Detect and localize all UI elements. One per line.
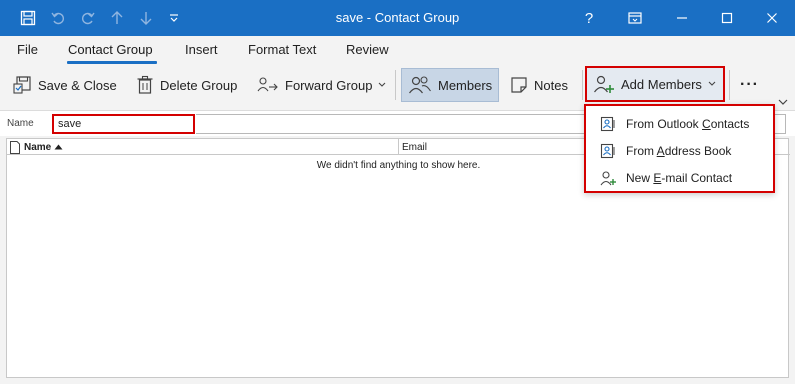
menu-item-new-email-contact[interactable]: New E-mail Contact (586, 165, 773, 191)
tab-review[interactable]: Review (346, 42, 389, 57)
collapse-ribbon-icon[interactable] (778, 94, 788, 109)
chevron-down-icon (379, 82, 386, 87)
save-close-label: Save & Close (38, 77, 117, 93)
tab-contact-group[interactable]: Contact Group (68, 42, 153, 57)
column-separator (398, 139, 399, 154)
notes-icon (511, 77, 527, 93)
forward-group-icon (257, 77, 278, 92)
notes-button[interactable]: Notes (504, 68, 574, 102)
add-members-menu: From Outlook Contacts From Address Book … (584, 104, 775, 193)
members-icon (409, 76, 431, 94)
tab-insert[interactable]: Insert (185, 42, 218, 57)
close-icon[interactable] (750, 0, 794, 36)
notes-label: Notes (534, 77, 568, 93)
save-close-button[interactable]: Save & Close (6, 68, 123, 102)
ribbon-separator (582, 70, 583, 100)
ribbon-separator (395, 70, 396, 100)
help-button[interactable]: ? (567, 0, 611, 36)
group-name-input[interactable] (52, 114, 195, 134)
tab-file[interactable]: File (17, 42, 38, 57)
forward-group-label: Forward Group (285, 77, 373, 93)
maximize-icon[interactable] (705, 0, 749, 36)
more-commands-button[interactable]: ··· (734, 68, 765, 102)
column-header-name[interactable]: Name (9, 139, 63, 155)
ribbon-tabs: File Contact Group Insert Format Text Re… (0, 36, 795, 64)
title-bar: save - Contact Group ? (0, 0, 795, 36)
new-contact-icon (600, 171, 616, 186)
column-header-email-label: Email (402, 141, 428, 153)
address-book-icon (600, 143, 615, 159)
address-book-icon (600, 116, 615, 132)
sort-ascending-icon (54, 144, 63, 150)
ribbon-display-options-icon[interactable] (613, 0, 657, 36)
menu-item-label: From Outlook Contacts (626, 117, 750, 131)
add-members-button[interactable]: Add Members (585, 66, 725, 102)
save-close-icon (13, 76, 31, 94)
add-member-icon (594, 75, 614, 93)
minimize-icon[interactable] (660, 0, 704, 36)
trash-icon (137, 75, 153, 94)
add-members-label: Add Members (621, 76, 702, 92)
ribbon: Save & Close Delete Group Forward Group … (0, 64, 795, 106)
menu-item-from-address-book[interactable]: From Address Book (586, 138, 773, 164)
members-label: Members (438, 77, 493, 93)
column-header-email[interactable]: Email (402, 139, 427, 155)
menu-item-label: New E-mail Contact (626, 171, 733, 185)
forward-group-button[interactable]: Forward Group (251, 68, 392, 102)
document-icon (10, 140, 20, 154)
column-header-name-label: Name (24, 141, 52, 153)
menu-item-from-outlook-contacts[interactable]: From Outlook Contacts (586, 111, 773, 137)
delete-group-label: Delete Group (160, 77, 238, 93)
ribbon-separator (729, 70, 730, 100)
name-label: Name (7, 118, 34, 129)
members-button[interactable]: Members (401, 68, 500, 102)
chevron-down-icon (708, 81, 716, 86)
tab-format-text[interactable]: Format Text (248, 42, 316, 57)
delete-group-button[interactable]: Delete Group (130, 68, 243, 102)
menu-item-label: From Address Book (626, 144, 732, 158)
